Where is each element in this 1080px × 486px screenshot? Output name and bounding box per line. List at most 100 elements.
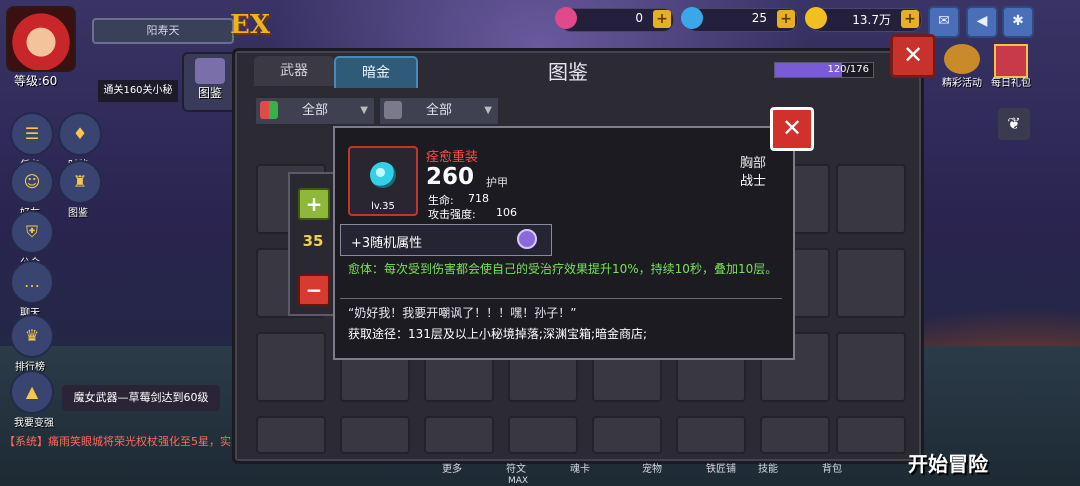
hp-stat-value: 718 — [468, 192, 489, 205]
task-scroll-icon: ☰ — [10, 112, 54, 156]
friends-icon: ☺ — [10, 160, 54, 204]
add-gems-button[interactable]: + — [653, 10, 671, 28]
random-attribute-text: +3随机属性 — [351, 236, 423, 251]
add-gold-button[interactable]: + — [901, 10, 919, 28]
sidebar-item-chat[interactable]: … 聊天 — [10, 260, 54, 319]
attack-stat-value: 106 — [496, 206, 517, 219]
item-quote: “奶好我！我要开嘲讽了！！！嘿！孙子！” — [348, 306, 577, 320]
add-diamonds-button[interactable]: + — [777, 10, 795, 28]
level-value: 35 — [302, 232, 324, 250]
player-avatar[interactable] — [6, 6, 76, 72]
decrease-level-button[interactable]: − — [298, 274, 330, 306]
divider — [340, 298, 782, 299]
item-icon: lv.35 — [348, 146, 418, 216]
nav-skills[interactable]: 技能 — [758, 460, 778, 475]
equipment-slot[interactable] — [424, 416, 494, 454]
equipment-slot[interactable] — [256, 332, 326, 402]
daily-gift-label: 每日礼包 — [991, 78, 1031, 89]
level-stepper: + 35 − — [288, 172, 338, 316]
item-source: 获取途径：131层及以上小秘境掉落;深渊宝箱;暗金商店; — [348, 327, 648, 341]
tab-dark-gold[interactable]: 暗金 — [334, 56, 418, 88]
equipment-slot[interactable] — [760, 416, 830, 454]
attack-stat-label: 攻击强度: — [428, 208, 476, 221]
currency-value: 0 — [635, 11, 643, 25]
armor-label: 护甲 — [486, 176, 508, 189]
bestiary-icon — [195, 58, 225, 84]
nav-more[interactable]: 更多 — [442, 460, 462, 475]
sidebar-item-get-stronger[interactable]: ▲ 我要变强 — [10, 370, 58, 429]
pink-gem-icon — [555, 7, 577, 29]
events-icon[interactable] — [944, 44, 980, 74]
nav-runes[interactable]: 符文 — [506, 460, 526, 475]
quest-tracker[interactable]: 魔女武器—草莓剑达到60级 — [62, 385, 220, 411]
equipment-slot[interactable] — [256, 416, 326, 454]
equipment-slot[interactable] — [676, 416, 746, 454]
currency-gold: 13.7万 + — [805, 7, 922, 32]
equipment-slot[interactable] — [340, 416, 410, 454]
events-label: 精彩活动 — [942, 78, 982, 89]
bestiary-icon: ♜ — [58, 160, 102, 204]
equipment-slot[interactable] — [592, 416, 662, 454]
power-up-icon: ▲ — [10, 370, 54, 414]
chat-bubble-icon: … — [10, 260, 54, 304]
close-tooltip-button[interactable]: ✕ — [770, 107, 814, 151]
quality-filter-dropdown[interactable]: 全部 ▼ — [254, 96, 376, 126]
random-attribute-box[interactable]: +3随机属性 — [340, 224, 552, 256]
blue-diamond-icon — [681, 7, 703, 29]
guild-shield-icon: ⛨ — [10, 210, 54, 254]
nav-blacksmith[interactable]: 铁匠铺 — [706, 460, 736, 475]
pet-icon[interactable]: ❦ — [998, 108, 1030, 140]
magnifier-icon[interactable] — [517, 229, 537, 249]
currency-value: 13.7万 — [852, 13, 891, 27]
sidebar-label: 我要变强 — [14, 418, 54, 429]
equipment-slot[interactable] — [836, 248, 906, 318]
armor-value: 260 — [426, 164, 475, 190]
speaker-icon[interactable]: ◀ — [966, 6, 998, 38]
item-level: lv.35 — [371, 201, 395, 212]
gift-icon[interactable] — [994, 44, 1028, 78]
ex-badge[interactable]: EX — [230, 10, 270, 40]
sidebar-item-bestiary[interactable]: ♜ 图鉴 — [58, 160, 102, 219]
sidebar-item-ranking[interactable]: ♛ 排行榜 — [10, 314, 54, 373]
quality-icon — [260, 101, 278, 119]
clear-notice: 通关160关小秘 — [98, 80, 178, 102]
armor-gem-icon — [370, 162, 396, 188]
gold-coin-icon — [805, 7, 827, 29]
close-panel-button[interactable]: ✕ — [890, 34, 936, 78]
equipment-slot[interactable] — [836, 332, 906, 402]
item-effect: 愈体：每次受到伤害都会使自己的受治疗效果提升10%，持续10秒，叠加10层。 — [348, 262, 778, 276]
equipment-slot[interactable] — [836, 164, 906, 234]
equip-slot: 胸部 — [740, 156, 767, 171]
sidebar-label: 图鉴 — [68, 208, 88, 219]
exp-bar-max: MAX — [508, 476, 529, 486]
class-icon — [384, 101, 402, 119]
class-filter-dropdown[interactable]: 全部 ▼ — [378, 96, 500, 126]
player-level: 等级:60 — [14, 74, 58, 88]
collection-progress: 120/176 — [774, 62, 874, 78]
filter-value: 全部 — [426, 103, 453, 118]
equip-class: 战士 — [740, 174, 767, 189]
chevron-down-icon: ▼ — [484, 105, 492, 116]
filter-value: 全部 — [302, 103, 329, 118]
increase-level-button[interactable]: + — [298, 188, 330, 220]
progress-text: 120/176 — [827, 64, 869, 75]
mail-icon[interactable]: ✉ — [928, 6, 960, 38]
tab-weapons[interactable]: 武器 — [254, 56, 334, 86]
player-name-bar: 阳寿天 — [92, 18, 234, 44]
nav-pets[interactable]: 宠物 — [642, 460, 662, 475]
start-adventure-button[interactable]: 开始冒险 — [908, 448, 988, 477]
equipment-slot[interactable] — [836, 416, 906, 454]
tujian-label: 图鉴 — [197, 86, 222, 100]
trophy-icon: ♛ — [10, 314, 54, 358]
currency-diamonds: 25 + — [681, 7, 798, 32]
tujian-shortcut[interactable]: 图鉴 — [182, 52, 238, 112]
equipment-slot[interactable] — [508, 416, 578, 454]
settings-gear-icon[interactable]: ✱ — [1002, 6, 1034, 38]
nav-soul-cards[interactable]: 魂卡 — [570, 460, 590, 475]
currency-value: 25 — [751, 11, 767, 25]
chevron-down-icon: ▼ — [360, 105, 368, 116]
nav-backpack[interactable]: 背包 — [822, 460, 842, 475]
panel-title: 图鉴 — [548, 60, 588, 84]
bottom-nav: 更多 符文 魂卡 宠物 铁匠铺 技能 背包 — [420, 458, 920, 478]
currency-gems: 0 + — [555, 7, 674, 32]
